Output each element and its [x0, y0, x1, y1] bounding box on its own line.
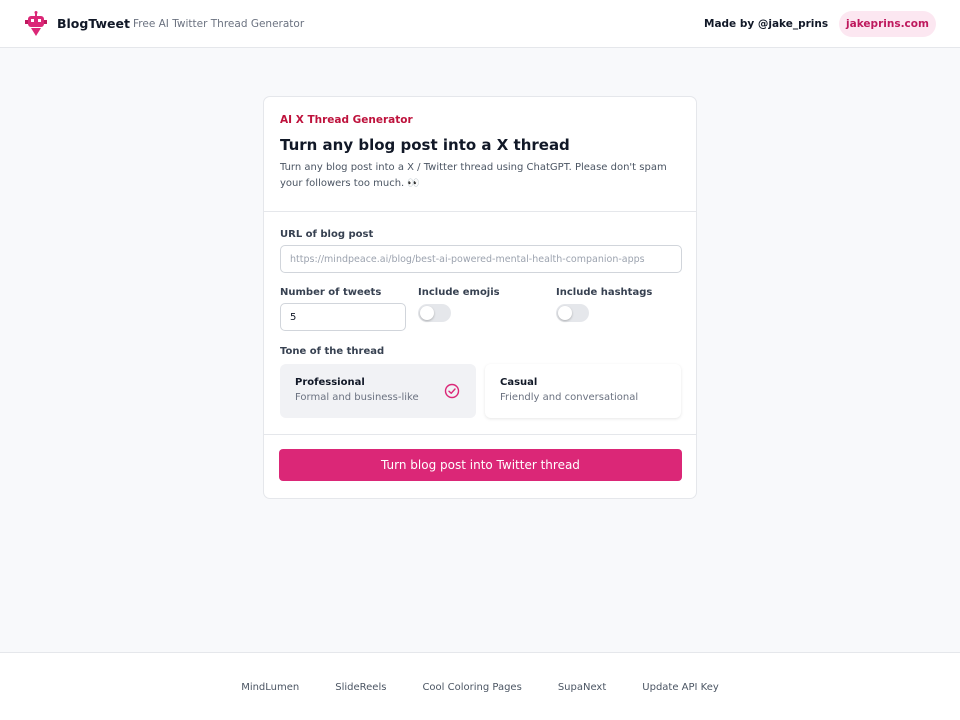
tone-option-subtitle: Friendly and conversational [500, 392, 639, 403]
card-description: Turn any blog post into a X / Twitter th… [280, 162, 667, 189]
tweets-count-label: Number of tweets [280, 287, 382, 298]
top-bar: BlogTweet Free AI Twitter Thread Generat… [0, 0, 960, 48]
hashtags-label: Include hashtags [556, 287, 653, 298]
toggle-knob [420, 306, 434, 320]
footer-link-supanext[interactable]: SupaNext [558, 682, 606, 693]
blog-url-input[interactable] [280, 245, 682, 273]
tweets-count-input[interactable] [280, 303, 406, 331]
card-title: Turn any blog post into a X thread [280, 136, 570, 154]
thread-generator-card: AI X Thread Generator Turn any blog post… [263, 96, 697, 499]
check-circle-icon [444, 383, 460, 399]
emojis-label: Include emojis [418, 287, 500, 298]
tone-option-casual[interactable]: Casual Friendly and conversational [485, 364, 681, 418]
hashtags-toggle[interactable] [556, 304, 589, 322]
footer-links: MindLumen SlideReels Cool Coloring Pages… [0, 682, 960, 693]
tagline: Free AI Twitter Thread Generator [133, 18, 305, 30]
tone-label: Tone of the thread [280, 346, 385, 357]
made-by-link[interactable]: Made by @jake_prins [704, 18, 828, 30]
tone-option-professional[interactable]: Professional Formal and business-like [280, 364, 476, 418]
jakeprins-site-button[interactable]: jakeprins.com [839, 11, 936, 37]
toggle-knob [558, 306, 572, 320]
emojis-toggle[interactable] [418, 304, 451, 322]
url-label: URL of blog post [280, 229, 374, 240]
card-divider [264, 211, 696, 212]
footer-link-coloring-pages[interactable]: Cool Coloring Pages [422, 682, 521, 693]
generate-thread-button[interactable]: Turn blog post into Twitter thread [279, 449, 682, 481]
card-divider [264, 434, 696, 435]
footer-link-mindlumen[interactable]: MindLumen [241, 682, 299, 693]
footer-link-update-api-key[interactable]: Update API Key [642, 682, 719, 693]
brand-name[interactable]: BlogTweet [57, 16, 130, 31]
tone-option-subtitle: Formal and business-like [295, 392, 419, 403]
tone-option-title: Casual [500, 377, 538, 388]
tone-option-title: Professional [295, 377, 365, 388]
footer: MindLumen SlideReels Cool Coloring Pages… [0, 652, 960, 720]
robot-icon[interactable] [24, 11, 48, 37]
footer-link-slidereels[interactable]: SlideReels [335, 682, 386, 693]
card-eyebrow: AI X Thread Generator [280, 114, 413, 126]
